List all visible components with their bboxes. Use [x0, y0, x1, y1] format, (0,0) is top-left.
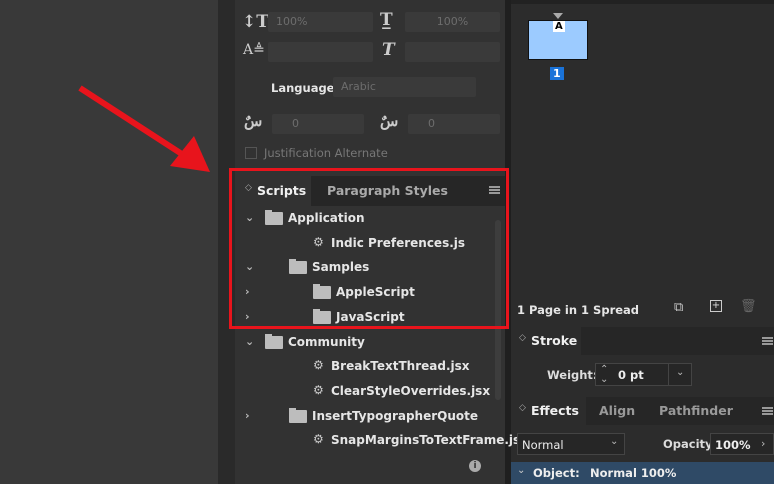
item-label: BreakTextThread.jsx	[331, 359, 470, 374]
chevron-down-icon: ⌄	[517, 465, 526, 476]
chevron-down-icon[interactable]: ⌄	[245, 335, 254, 348]
weight-field[interactable]: ⌃ ⌄ 0 pt ⌄	[595, 363, 692, 386]
blend-mode-select[interactable]: Normal ⌄	[517, 433, 625, 455]
page-thumbnail[interactable]: A	[528, 20, 588, 60]
chevron-down-icon[interactable]: ⌄	[676, 367, 684, 378]
kashida-right-field[interactable]: 0	[408, 114, 500, 134]
canvas-area	[0, 0, 218, 484]
folder-icon	[265, 333, 283, 349]
horizontal-scale-field[interactable]: 100%	[405, 12, 500, 32]
red-arrow-annotation	[78, 85, 210, 172]
baseline-shift-field[interactable]	[268, 42, 373, 62]
opacity-label: Opacity:	[663, 437, 718, 451]
new-page-icon[interactable]: +	[710, 300, 722, 312]
chevron-right-icon[interactable]: ›	[761, 437, 765, 450]
vertical-scale-field[interactable]: 100%	[268, 12, 373, 32]
script-file-item[interactable]: ⚙ SnapMarginsToTextFrame.jsx	[235, 429, 528, 453]
page-number-badge[interactable]: 1	[550, 67, 564, 80]
kashida-icon: سٌ	[244, 112, 263, 130]
script-folder-item[interactable]: › InsertTypographerQuote	[235, 405, 493, 429]
tab-effects[interactable]: ◇ Effects	[511, 397, 586, 425]
baseline-shift-icon: A≜	[243, 42, 265, 58]
script-icon: ⚙	[313, 382, 324, 397]
language-label: Language:	[271, 81, 340, 95]
weight-label: Weight:	[547, 368, 598, 382]
spread-marker-icon	[553, 13, 563, 19]
edit-page-size-icon[interactable]: ⧉	[674, 300, 683, 315]
kashida-left-field[interactable]: 0	[272, 114, 364, 134]
effects-menu-icon[interactable]	[762, 407, 773, 415]
item-label: Community	[288, 334, 365, 349]
diacritic-position-icon: سٌ	[380, 112, 399, 130]
vertical-scale-icon: ↕T	[242, 12, 269, 32]
script-file-item[interactable]: ⚙ ClearStyleOverrides.jsx	[235, 380, 493, 404]
language-select[interactable]: Arabic	[333, 77, 476, 97]
script-icon: ⚙	[313, 358, 324, 373]
horizontal-scale-icon: T̲	[380, 10, 393, 30]
pages-status: 1 Page in 1 Spread	[517, 303, 640, 317]
chevron-down-icon: ⌄	[610, 436, 619, 447]
info-icon[interactable]: i	[469, 460, 481, 472]
item-label: ClearStyleOverrides.jsx	[331, 383, 491, 398]
item-label: SnapMarginsToTextFrame.jsx	[331, 433, 528, 448]
opacity-field[interactable]: 100% ›	[710, 433, 774, 455]
tab-pathfinder[interactable]: Pathfinder	[659, 403, 733, 418]
highlight-box-annotation	[229, 168, 509, 329]
stroke-menu-icon[interactable]	[762, 337, 773, 345]
justification-alternate-checkbox[interactable]	[245, 147, 257, 159]
script-folder-item[interactable]: ⌄ Community	[235, 331, 493, 355]
weight-stepper-icon[interactable]: ⌃ ⌄	[600, 365, 608, 385]
tab-align[interactable]: Align	[599, 403, 635, 418]
item-label: InsertTypographerQuote	[312, 408, 479, 423]
folder-icon	[289, 407, 307, 423]
delete-page-icon[interactable]: 🗑	[740, 299, 757, 314]
pages-top-bar	[511, 0, 774, 4]
script-file-item[interactable]: ⚙ BreakTextThread.jsx	[235, 355, 493, 379]
object-row[interactable]: ⌄ Object: Normal 100%	[511, 462, 774, 484]
script-icon: ⚙	[313, 432, 324, 447]
skew-field[interactable]	[405, 42, 500, 62]
chevron-right-icon[interactable]: ›	[245, 409, 250, 422]
tab-stroke[interactable]: ◇ Stroke	[511, 327, 581, 355]
skew-icon: T	[382, 40, 395, 60]
justification-alternate-label: Justification Alternate	[264, 146, 388, 160]
